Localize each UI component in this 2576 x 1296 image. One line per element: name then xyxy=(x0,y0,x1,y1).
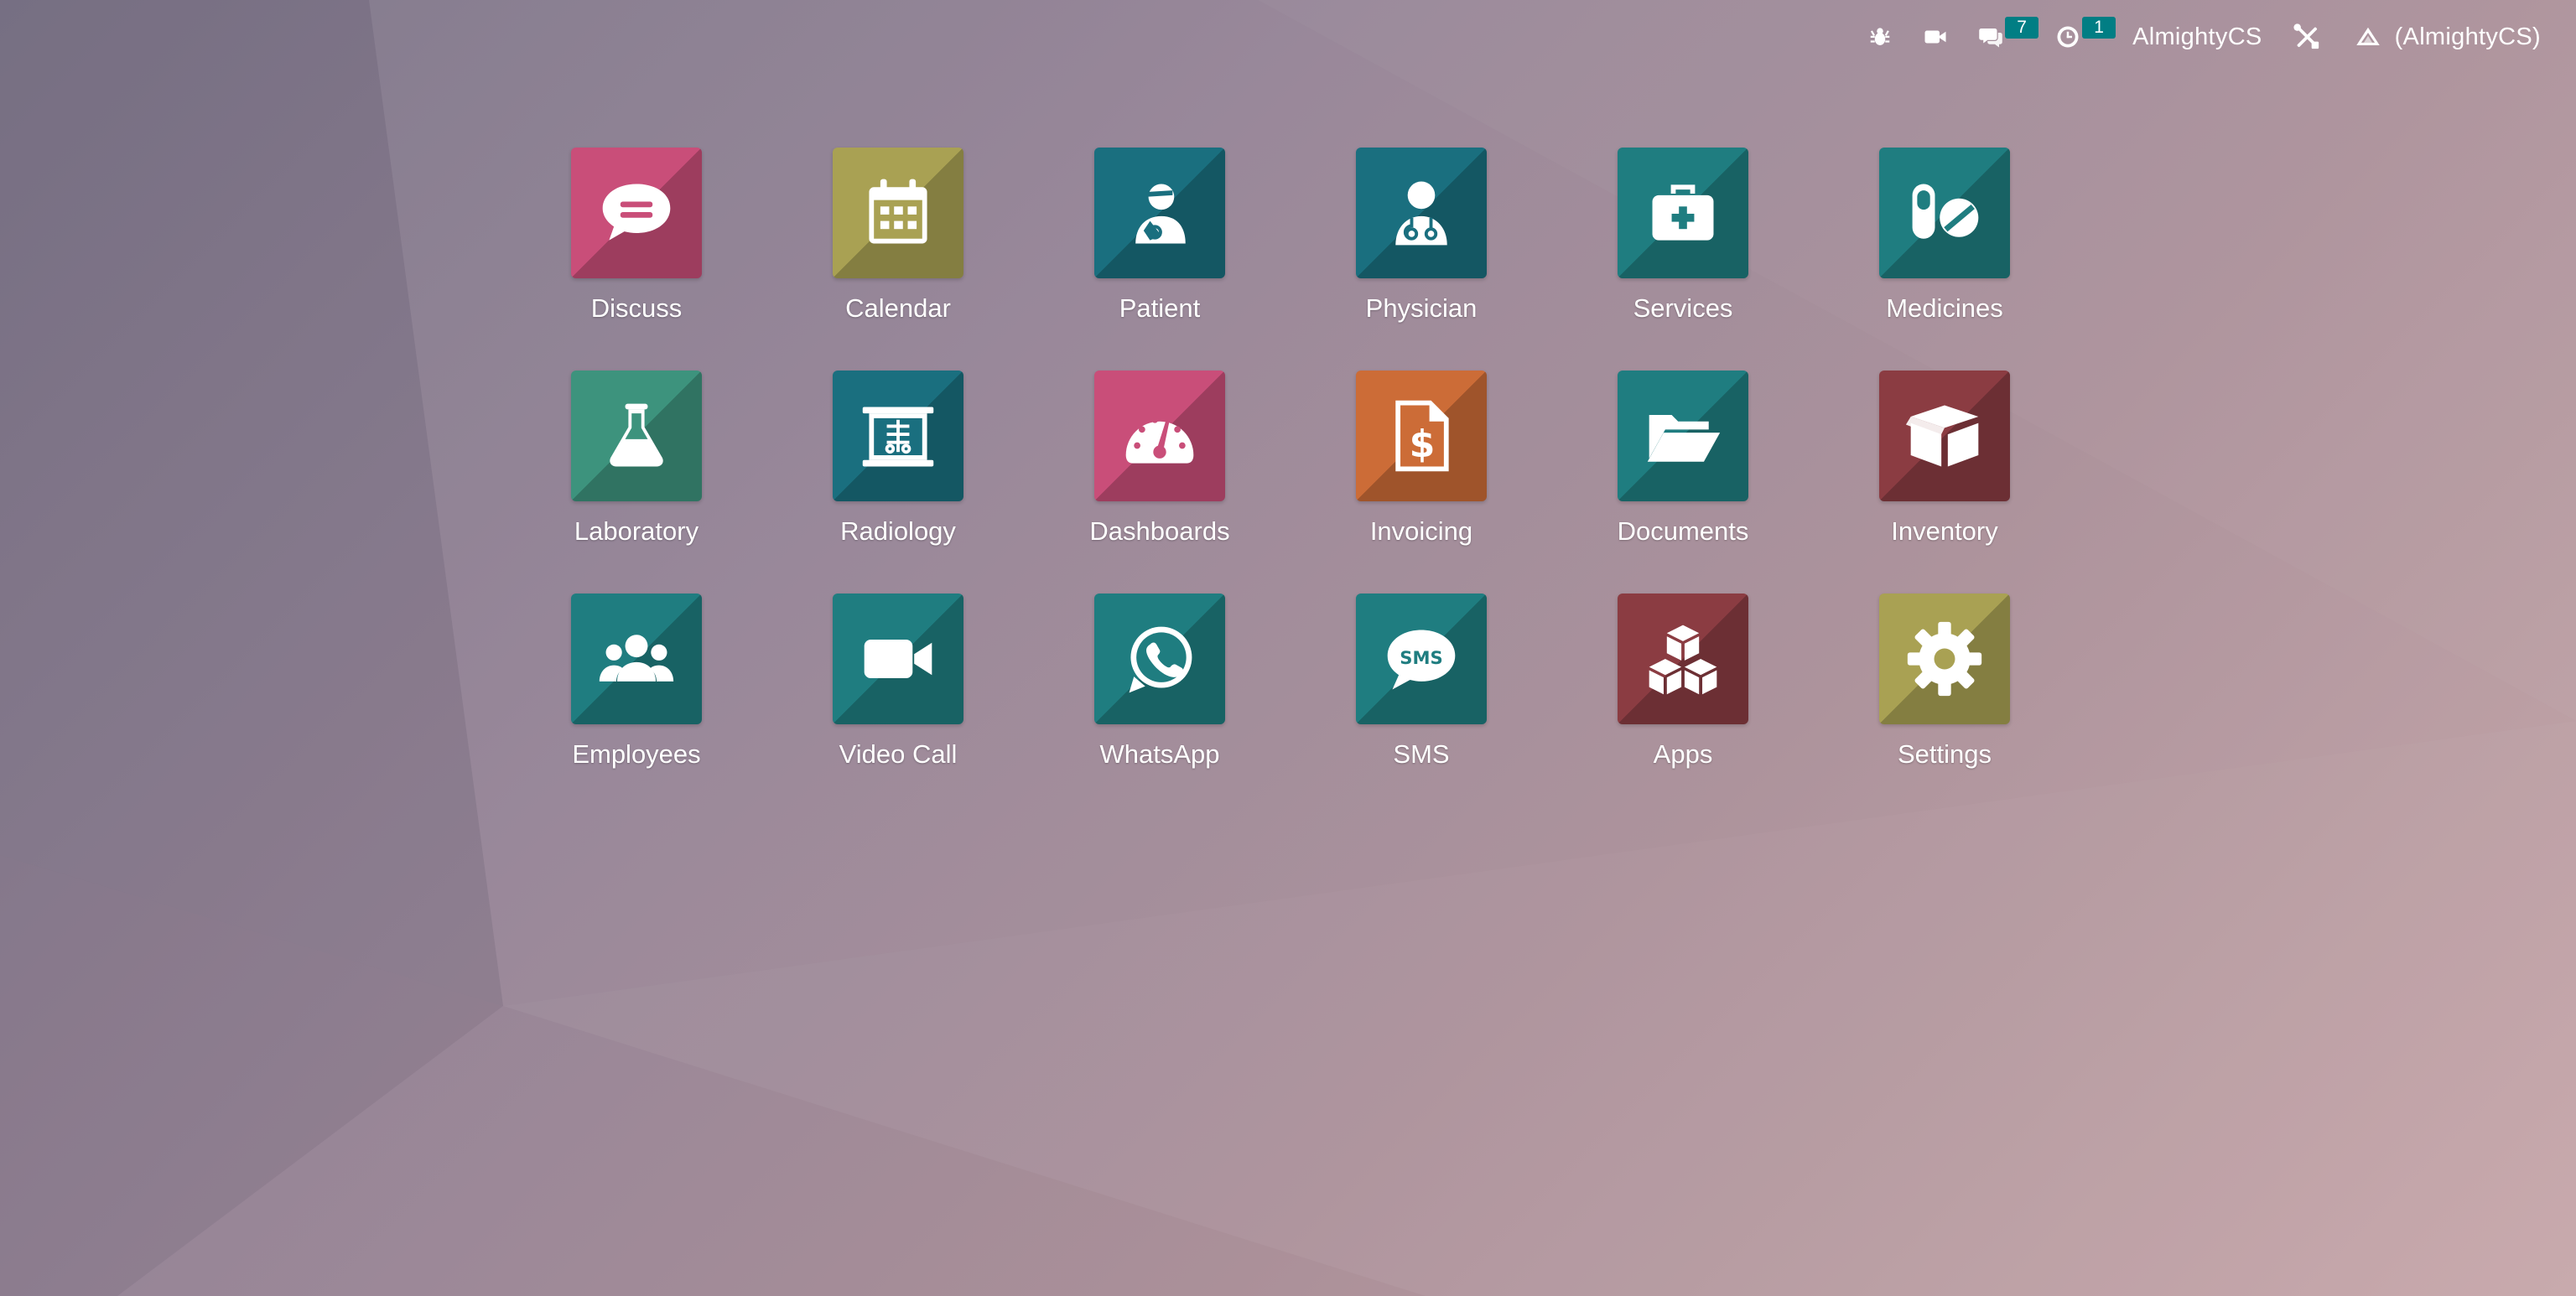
app-radiology[interactable]: Radiology xyxy=(795,371,1001,547)
medical-kit-icon xyxy=(1652,184,1714,241)
app-tile xyxy=(833,594,963,724)
app-tile xyxy=(1879,594,2010,724)
user-menu[interactable]: (AlmightyCS) xyxy=(2336,0,2556,74)
app-label: Apps xyxy=(1653,739,1713,769)
app-label: WhatsApp xyxy=(1099,739,1220,769)
app-services[interactable]: Services xyxy=(1580,148,1786,324)
database-label: AlmightyCS xyxy=(2132,23,2262,50)
app-tile xyxy=(1618,148,1748,278)
app-tile xyxy=(833,148,963,278)
pills-icon xyxy=(1912,184,1979,239)
database-name[interactable]: AlmightyCS xyxy=(2117,0,2277,74)
calendar-icon xyxy=(869,179,927,244)
video-camera-icon xyxy=(864,639,932,679)
app-label: Laboratory xyxy=(574,516,699,546)
company-name: (AlmightyCS) xyxy=(2394,23,2541,50)
clock-icon xyxy=(2057,26,2079,48)
app-tile xyxy=(1356,148,1487,278)
folder-open-icon xyxy=(1647,415,1721,462)
app-tile xyxy=(1094,371,1225,501)
app-label: Services xyxy=(1633,293,1733,323)
app-employees[interactable]: Employees xyxy=(533,594,740,770)
app-label: Radiology xyxy=(840,516,956,546)
app-tile xyxy=(571,371,702,501)
video-call-button[interactable] xyxy=(1908,0,1963,74)
app-medicines[interactable]: Medicines xyxy=(1841,148,2048,324)
app-apps[interactable]: Apps xyxy=(1580,594,1786,770)
users-icon xyxy=(599,635,674,682)
comments-icon xyxy=(1979,29,2002,48)
app-video-call[interactable]: Video Call xyxy=(795,594,1001,770)
whatsapp-icon xyxy=(1129,626,1192,693)
app-label: Physician xyxy=(1365,293,1478,323)
app-label: Medicines xyxy=(1886,293,2003,323)
company-logo-icon xyxy=(2355,27,2380,45)
app-physician[interactable]: Physician xyxy=(1318,148,1524,324)
app-label: Documents xyxy=(1617,516,1749,546)
patient-icon xyxy=(1135,184,1186,244)
gear-icon xyxy=(1907,621,1982,697)
app-dashboards[interactable]: Dashboards xyxy=(1057,371,1263,547)
app-label: Inventory xyxy=(1891,516,1998,546)
app-tile xyxy=(1618,371,1748,501)
app-label: SMS xyxy=(1393,739,1450,769)
debug-button[interactable] xyxy=(1852,0,1908,74)
app-label: Calendar xyxy=(845,293,951,323)
physician-icon xyxy=(1395,181,1447,246)
x-ray-icon xyxy=(862,407,934,467)
app-tile xyxy=(1618,594,1748,724)
app-documents[interactable]: Documents xyxy=(1580,371,1786,547)
app-label: Settings xyxy=(1897,739,1992,769)
flask-icon xyxy=(610,403,663,467)
app-label: Invoicing xyxy=(1369,516,1473,546)
video-camera-icon xyxy=(1924,30,1946,44)
svg-text:$: $ xyxy=(1410,423,1436,466)
app-label: Video Call xyxy=(839,739,958,769)
chat-bubble-icon xyxy=(602,184,671,241)
cubes-icon xyxy=(1649,625,1717,695)
app-label: Discuss xyxy=(590,293,683,323)
bug-icon xyxy=(1870,28,1890,45)
app-calendar[interactable]: Calendar xyxy=(795,148,1001,324)
app-label: Patient xyxy=(1119,293,1201,323)
app-laboratory[interactable]: Laboratory xyxy=(533,371,740,547)
app-tile: SMS xyxy=(1356,594,1487,724)
app-label: Dashboards xyxy=(1089,516,1230,546)
sms-bubble-icon: SMS xyxy=(1387,630,1456,690)
app-discuss[interactable]: Discuss xyxy=(533,148,740,324)
discuss-counter-badge: 7 xyxy=(2005,17,2039,39)
activity-menu-button[interactable]: 1 xyxy=(2040,0,2117,74)
box-icon xyxy=(1905,405,1979,467)
app-inventory[interactable]: Inventory xyxy=(1841,371,2048,547)
app-tile xyxy=(1879,148,2010,278)
app-tile xyxy=(571,148,702,278)
invoice-icon: $ xyxy=(1395,400,1449,472)
app-grid: Discuss Calendar Patient Physician Servi… xyxy=(533,148,2048,770)
svg-text:SMS: SMS xyxy=(1400,647,1442,668)
app-label: Employees xyxy=(572,739,701,769)
app-tile xyxy=(571,594,702,724)
activity-counter-badge: 1 xyxy=(2082,17,2116,39)
developer-tools-button[interactable] xyxy=(2277,0,2336,74)
app-tile xyxy=(1094,148,1225,278)
app-settings[interactable]: Settings xyxy=(1841,594,2048,770)
app-invoicing[interactable]: $ Invoicing xyxy=(1318,371,1524,547)
app-whatsapp[interactable]: WhatsApp xyxy=(1057,594,1263,770)
app-patient[interactable]: Patient xyxy=(1057,148,1263,324)
speedometer-icon xyxy=(1125,416,1194,464)
tools-icon xyxy=(2293,23,2319,49)
systray: 7 1 AlmightyCS (AlmightyCS) xyxy=(1852,0,2576,74)
app-tile xyxy=(1879,371,2010,501)
app-tile xyxy=(833,371,963,501)
app-tile xyxy=(1094,594,1225,724)
app-tile: $ xyxy=(1356,371,1487,501)
discuss-menu-button[interactable]: 7 xyxy=(1963,0,2040,74)
app-sms[interactable]: SMS SMS xyxy=(1318,594,1524,770)
